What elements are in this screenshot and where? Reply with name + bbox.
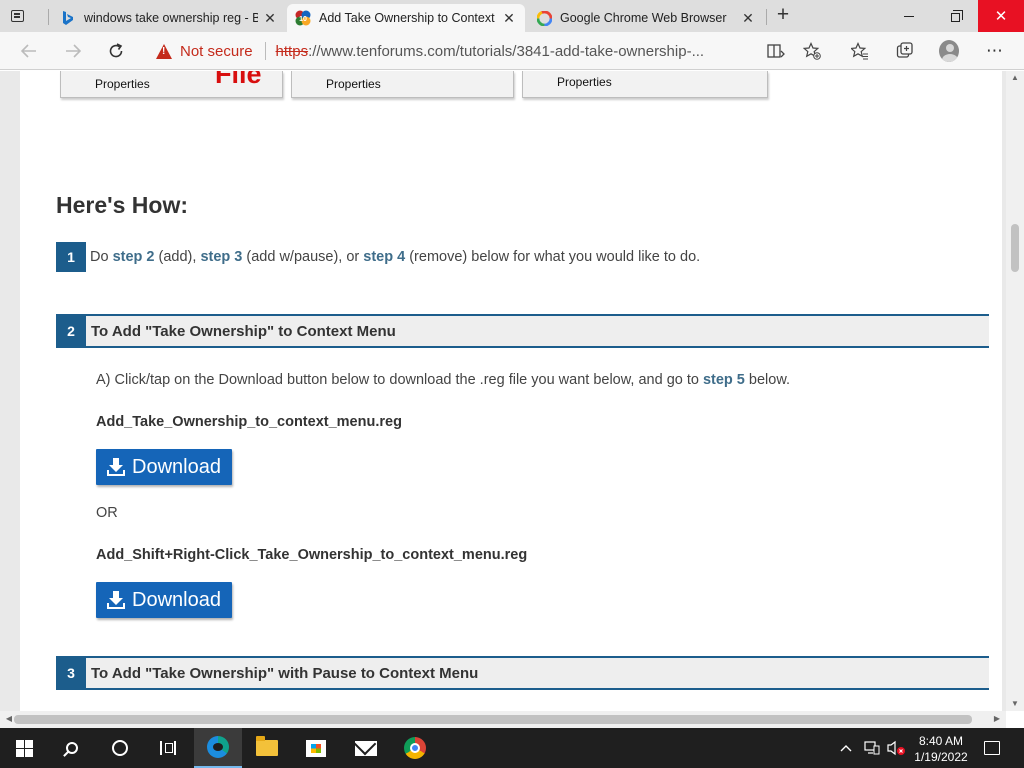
screenshot-card: Properties xyxy=(522,71,768,98)
new-tab-icon[interactable]: + xyxy=(772,4,794,27)
minimize-icon[interactable] xyxy=(886,0,932,32)
google-icon xyxy=(536,10,552,26)
close-tab-icon[interactable]: ✕ xyxy=(501,10,517,27)
step-link[interactable]: step 2 xyxy=(113,249,155,265)
step-link[interactable]: step 5 xyxy=(703,372,745,388)
search-icon[interactable] xyxy=(48,728,96,768)
card-label: Properties xyxy=(557,75,612,89)
screenshot-card: File Properties xyxy=(60,71,283,98)
forward-arrow-icon[interactable] xyxy=(62,40,84,62)
network-icon[interactable] xyxy=(862,728,882,768)
section-header-3: 3 To Add "Take Ownership" with Pause to … xyxy=(56,656,989,690)
step-link[interactable]: step 3 xyxy=(200,249,242,265)
screenshot-card: Properties xyxy=(291,71,514,98)
browser-tab-strip: windows take ownership reg - Bi ✕ 10 Add… xyxy=(0,0,1024,32)
tab-actions-icon[interactable] xyxy=(6,6,28,26)
step-link[interactable]: step 4 xyxy=(363,249,405,265)
vertical-scrollbar[interactable]: ▲ ▼ xyxy=(1006,71,1024,711)
step-number: 1 xyxy=(56,242,86,272)
reader-view-icon[interactable] xyxy=(766,41,786,61)
tab-bing-search[interactable]: windows take ownership reg - Bi ✕ xyxy=(52,4,286,32)
profile-avatar[interactable] xyxy=(939,40,959,62)
mail-icon[interactable] xyxy=(342,728,390,768)
task-view-icon[interactable] xyxy=(144,728,192,768)
clock-time: 8:40 AM xyxy=(918,734,964,748)
not-secure-label[interactable]: Not secure xyxy=(180,43,253,60)
reg-file-name: Add_Shift+Right-Click_Take_Ownership_to_… xyxy=(96,547,528,563)
download-icon xyxy=(107,458,125,476)
windows-taskbar: 8:40 AM 1/19/2022 xyxy=(0,728,1024,768)
horizontal-scrollbar[interactable]: ◀ ▶ xyxy=(0,711,1006,728)
collections-icon[interactable] xyxy=(895,41,915,61)
chevron-up-icon[interactable] xyxy=(838,728,854,768)
article-content: File Properties Properties Properties He… xyxy=(20,71,1002,711)
tab-take-ownership[interactable]: 10 Add Take Ownership to Context I ✕ xyxy=(287,4,525,32)
favorites-icon[interactable] xyxy=(850,41,870,61)
tab-title: windows take ownership reg - Bi xyxy=(84,11,258,25)
add-favorite-icon[interactable] xyxy=(802,41,822,61)
download-label: Download xyxy=(132,588,221,611)
address-bar[interactable]: Not secure https ://www.tenforums.com/tu… xyxy=(144,37,760,65)
scroll-up-icon[interactable]: ▲ xyxy=(1006,73,1024,82)
svg-text:10: 10 xyxy=(299,16,307,23)
scroll-right-icon[interactable]: ▶ xyxy=(988,714,1006,723)
close-tab-icon[interactable]: ✕ xyxy=(262,10,278,27)
back-arrow-icon[interactable] xyxy=(18,40,40,62)
card-label: Properties xyxy=(95,77,150,91)
chrome-icon[interactable] xyxy=(391,728,439,768)
volume-muted-icon[interactable] xyxy=(884,728,908,768)
warning-icon xyxy=(156,43,172,59)
or-text: OR xyxy=(96,505,118,521)
download-button[interactable]: Download xyxy=(96,449,232,485)
download-icon xyxy=(107,591,125,609)
store-icon[interactable] xyxy=(292,728,340,768)
close-tab-icon[interactable]: ✕ xyxy=(740,10,756,27)
clock-date: 1/19/2022 xyxy=(914,750,968,764)
system-clock[interactable]: 8:40 AM 1/19/2022 xyxy=(910,733,972,765)
instruction-text: A) Click/tap on the Download button belo… xyxy=(96,372,791,388)
tab-separator xyxy=(766,9,767,25)
section-title: To Add "Take Ownership" with Pause to Co… xyxy=(91,665,479,682)
bing-icon xyxy=(60,10,76,26)
section-title: To Add "Take Ownership" to Context Menu xyxy=(91,323,396,340)
web-page-viewport: File Properties Properties Properties He… xyxy=(0,71,1006,711)
scroll-thumb[interactable] xyxy=(14,715,972,724)
step-1-text: Do step 2 (add), step 3 (add w/pause), o… xyxy=(90,249,701,265)
url-scheme: https xyxy=(275,42,309,60)
browser-toolbar: Not secure https ://www.tenforums.com/tu… xyxy=(0,32,1024,70)
file-text: File xyxy=(215,71,262,89)
address-separator xyxy=(264,42,266,60)
tenforums-icon: 10 xyxy=(295,10,311,26)
close-window-icon[interactable]: ✕ xyxy=(978,0,1024,32)
page-heading: Here's How: xyxy=(56,192,189,218)
refresh-icon[interactable] xyxy=(105,40,127,62)
step-number: 3 xyxy=(56,658,86,688)
step-number: 2 xyxy=(56,316,86,346)
tab-google-chrome[interactable]: Google Chrome Web Browser ✕ xyxy=(528,4,764,32)
card-label: Properties xyxy=(326,77,381,91)
restore-icon[interactable] xyxy=(932,0,978,32)
tab-title: Add Take Ownership to Context I xyxy=(319,11,497,25)
scroll-thumb[interactable] xyxy=(1011,224,1019,272)
file-explorer-icon[interactable] xyxy=(243,728,291,768)
notifications-icon[interactable] xyxy=(980,728,1004,768)
tab-separator xyxy=(48,9,49,25)
windows-logo-icon xyxy=(15,739,33,757)
section-header-2: 2 To Add "Take Ownership" to Context Men… xyxy=(56,314,989,348)
settings-more-icon[interactable]: ⋯ xyxy=(985,41,1005,61)
download-label: Download xyxy=(132,455,221,478)
edge-icon[interactable] xyxy=(194,728,242,768)
url-text: ://www.tenforums.com/tutorials/3841-add-… xyxy=(308,42,705,60)
tab-title: Google Chrome Web Browser xyxy=(560,11,727,25)
reg-file-name: Add_Take_Ownership_to_context_menu.reg xyxy=(96,414,402,430)
start-button[interactable] xyxy=(0,728,48,768)
scroll-down-icon[interactable]: ▼ xyxy=(1006,699,1024,708)
cortana-icon[interactable] xyxy=(96,728,144,768)
download-button[interactable]: Download xyxy=(96,582,232,618)
